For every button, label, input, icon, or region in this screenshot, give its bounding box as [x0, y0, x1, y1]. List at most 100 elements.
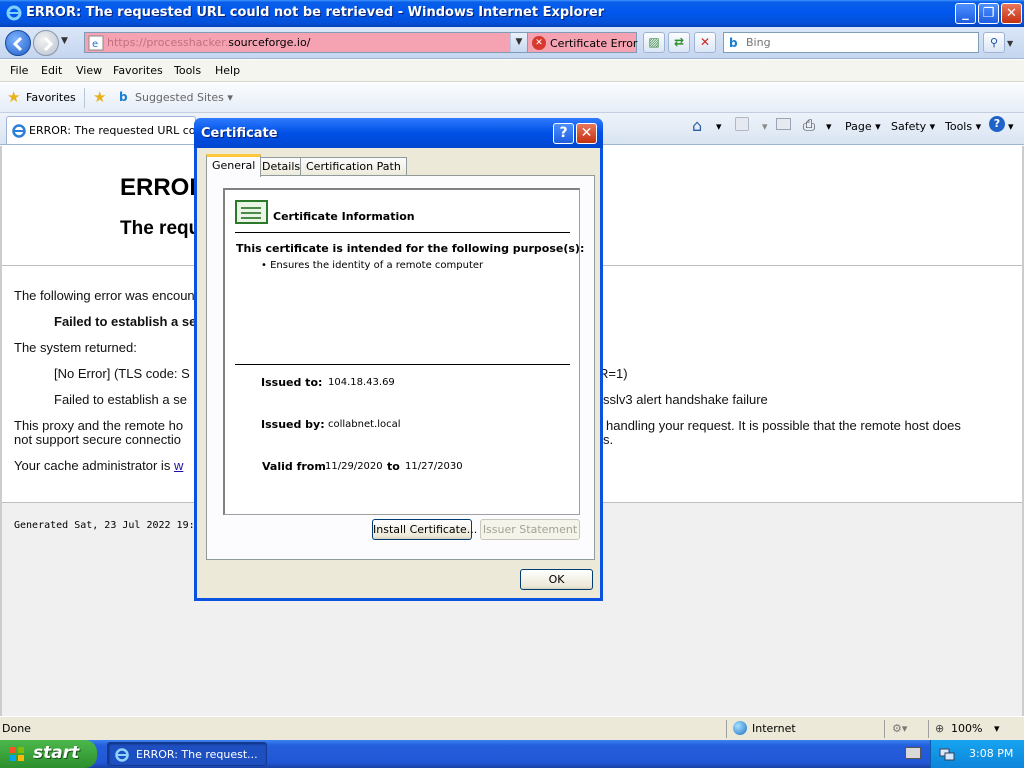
cache-admin-link[interactable]: w — [174, 458, 183, 473]
tab-title: ERROR: The requested URL could not be re… — [29, 124, 196, 137]
menu-view[interactable]: View — [76, 64, 102, 77]
url-dropdown[interactable]: ▼ — [510, 33, 527, 52]
search-options-dropdown[interactable]: ▼ — [1007, 39, 1013, 48]
issued-by-value: collabnet.local — [328, 419, 401, 430]
proxy-note-tail: handling your request. It is possible th… — [606, 418, 961, 433]
browser-tab[interactable]: ERROR: The requested URL could not be re… — [6, 116, 196, 144]
ie-tab-icon — [12, 124, 26, 138]
keyboard-icon[interactable] — [905, 747, 921, 759]
ie-logo-icon — [6, 5, 22, 21]
back-button[interactable] — [5, 30, 31, 56]
issued-to-value: 104.18.43.69 — [328, 377, 395, 388]
dialog-help-button[interactable]: ? — [553, 123, 574, 144]
read-mail-icon[interactable] — [776, 118, 791, 130]
stop-button[interactable]: ✕ — [694, 32, 716, 53]
add-favorite-icon[interactable]: ★ — [93, 90, 106, 105]
page-menu[interactable]: Page ▾ — [845, 120, 881, 133]
refresh-button[interactable]: ⇄ — [668, 32, 690, 53]
page-icon: e — [88, 35, 104, 51]
certificate-error-button[interactable]: ✕ Certificate Error — [527, 32, 637, 53]
print-dropdown[interactable]: ▾ — [826, 120, 832, 133]
favorites-button[interactable]: Favorites — [26, 91, 76, 104]
print-icon[interactable]: ⎙ — [803, 116, 815, 134]
help-dropdown[interactable]: ▾ — [1008, 120, 1014, 133]
tools-menu[interactable]: Tools ▾ — [945, 120, 981, 133]
window-titlebar[interactable]: ERROR: The requested URL could not be re… — [0, 0, 1024, 27]
issued-by-label: Issued by: — [261, 418, 325, 431]
shield-error-icon: ✕ — [532, 36, 546, 50]
minimize-button[interactable]: _ — [955, 3, 976, 24]
start-button[interactable]: start — [0, 740, 97, 768]
certificate-dialog: Certificate ? ✕ General Details Certific… — [194, 118, 603, 601]
forward-button[interactable] — [33, 30, 59, 56]
search-input[interactable] — [746, 35, 966, 50]
home-dropdown[interactable]: ▾ — [716, 120, 722, 133]
clock[interactable]: 3:08 PM — [969, 747, 1013, 760]
home-icon[interactable]: ⌂ — [692, 116, 702, 135]
system-returned-label: The system returned: — [14, 340, 137, 355]
feeds-icon[interactable] — [735, 117, 749, 131]
issued-to-label: Issued to: — [261, 376, 323, 389]
compat-icon: ▨ — [648, 35, 660, 49]
network-icon[interactable] — [939, 746, 955, 762]
proxy-note-2-tail: s. — [603, 432, 614, 447]
dialog-titlebar[interactable]: Certificate ? ✕ — [194, 118, 603, 148]
menu-bar: File Edit View Favorites Tools Help — [0, 60, 1024, 82]
install-certificate-button[interactable]: Install Certificate... — [372, 519, 477, 540]
protected-mode-icon[interactable]: ⚙▾ — [892, 722, 907, 735]
taskbar-item-label: ERROR: The request... — [136, 748, 258, 761]
tab-general[interactable]: General — [206, 154, 262, 177]
suggested-sites-link[interactable]: Suggested Sites ▾ — [135, 91, 233, 104]
zoom-level[interactable]: 100% — [951, 722, 982, 735]
menu-tools[interactable]: Tools — [174, 64, 201, 77]
status-bar: Done Internet ⚙▾ ⊕ 100% ▾ — [0, 716, 1024, 740]
security-zone[interactable]: Internet — [752, 722, 796, 735]
cache-admin-text: Your cache administrator is w — [14, 458, 183, 473]
valid-to-label: to — [387, 460, 400, 473]
menu-help[interactable]: Help — [215, 64, 240, 77]
search-button[interactable]: ⚲ — [983, 32, 1005, 53]
tab-certification-path[interactable]: Certification Path — [300, 157, 407, 176]
issuer-statement-button[interactable]: Issuer Statement — [480, 519, 580, 540]
address-bar[interactable]: e https://processhacker.sourceforge.io/ … — [84, 32, 528, 53]
dialog-close-button[interactable]: ✕ — [576, 123, 597, 144]
tls-error-text: [No Error] (TLS code: S — [54, 366, 190, 381]
dialog-title: Certificate — [201, 126, 278, 141]
menu-file[interactable]: File — [10, 64, 28, 77]
menu-edit[interactable]: Edit — [41, 64, 62, 77]
taskbar-ie-window[interactable]: ERROR: The request... — [107, 742, 267, 766]
status-divider — [884, 720, 885, 738]
certificate-info-title: Certificate Information — [273, 210, 415, 223]
tab-details[interactable]: Details — [256, 157, 307, 176]
stop-icon: ✕ — [699, 35, 711, 49]
help-icon[interactable]: ? — [989, 116, 1005, 132]
recent-pages-dropdown[interactable]: ▼ — [61, 36, 68, 46]
search-box[interactable]: b — [723, 32, 979, 53]
info-divider — [235, 364, 570, 365]
ie-taskbar-icon — [115, 748, 129, 762]
menu-favorites[interactable]: Favorites — [113, 64, 163, 77]
feeds-dropdown-icon: ▾ — [762, 120, 768, 133]
favorites-separator — [84, 88, 85, 108]
compatibility-view-button[interactable]: ▨ — [643, 32, 665, 53]
proxy-note-2: not support secure connectio — [14, 432, 181, 447]
zoom-dropdown[interactable]: ▾ — [994, 722, 1000, 735]
general-tab-panel: Certificate Information This certificate… — [206, 175, 595, 560]
purpose-item: • Ensures the identity of a remote compu… — [261, 260, 484, 271]
system-tray: 3:08 PM — [930, 740, 1024, 768]
certificate-error-label: Certificate Error — [550, 37, 638, 50]
window-title: ERROR: The requested URL could not be re… — [26, 5, 605, 20]
start-label: start — [33, 743, 80, 763]
close-window-button[interactable]: ✕ — [1001, 3, 1022, 24]
purpose-heading: This certificate is intended for the fol… — [236, 242, 585, 255]
windows-flag-icon — [10, 747, 24, 761]
status-text: Done — [2, 722, 31, 735]
restore-button[interactable]: ❐ — [978, 3, 999, 24]
svg-text:e: e — [92, 39, 98, 50]
ok-button[interactable]: OK — [520, 569, 593, 590]
safety-menu[interactable]: Safety ▾ — [891, 120, 935, 133]
dialog-body: General Details Certification Path Certi… — [197, 148, 600, 598]
url-text[interactable]: https://processhacker.sourceforge.io/ — [107, 36, 310, 49]
certificate-info-box: Certificate Information This certificate… — [223, 188, 584, 515]
info-divider — [235, 232, 570, 233]
